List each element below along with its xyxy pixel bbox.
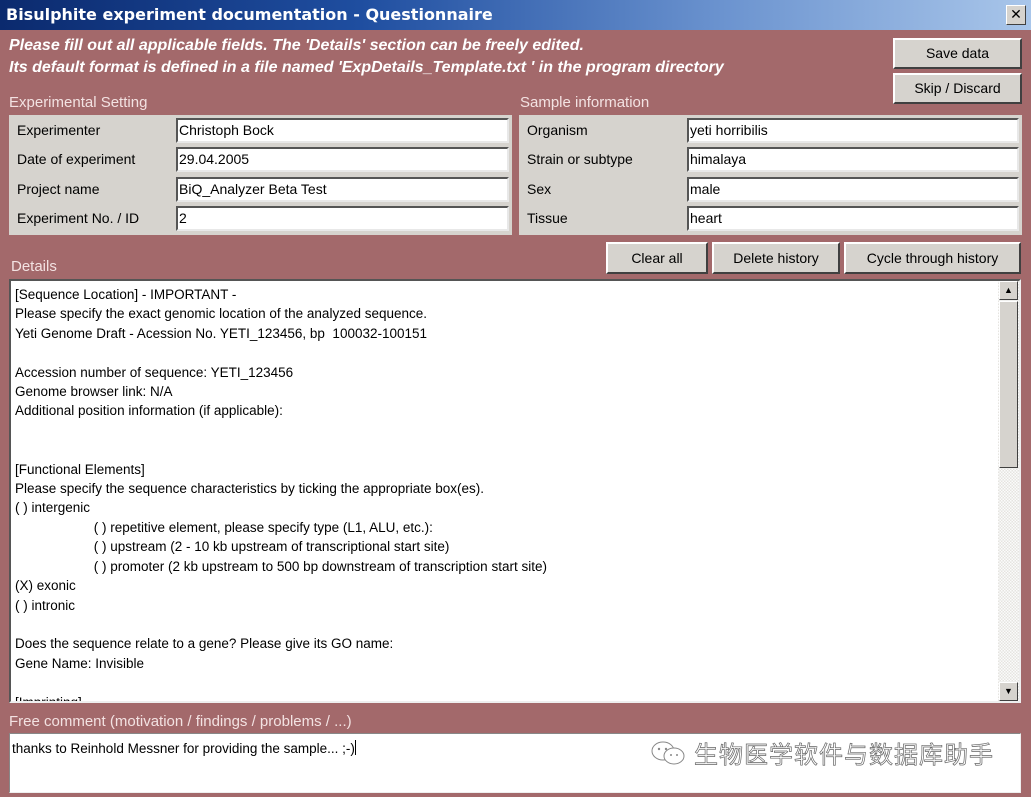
watermark-text: 生物医学软件与数据库助手 <box>694 741 994 770</box>
scroll-up-icon[interactable]: ▲ <box>999 281 1018 300</box>
date-row: Date of experiment 29.04.2005 <box>9 147 512 173</box>
project-row: Project name BiQ_Analyzer Beta Test <box>9 177 512 203</box>
experimenter-label: Experimenter <box>17 122 101 138</box>
save-data-button[interactable]: Save data <box>893 38 1022 69</box>
scroll-thumb[interactable] <box>999 301 1018 468</box>
organism-label: Organism <box>527 122 588 138</box>
free-comment-title: Free comment (motivation / findings / pr… <box>9 713 352 730</box>
details-scrollbar[interactable]: ▲ ▼ <box>998 281 1019 701</box>
sample-information-panel: Organism yeti horribilis Strain or subty… <box>519 115 1022 235</box>
clear-all-button[interactable]: Clear all <box>606 242 708 274</box>
skip-discard-button[interactable]: Skip / Discard <box>893 73 1022 104</box>
date-label: Date of experiment <box>17 151 136 167</box>
details-title: Details <box>11 258 57 275</box>
experiment-id-label: Experiment No. / ID <box>17 210 140 226</box>
title-bar: Bisulphite experiment documentation - Qu… <box>0 0 1031 30</box>
project-name-label: Project name <box>17 181 100 197</box>
sex-label: Sex <box>527 181 552 197</box>
experimenter-row: Experimenter Christoph Bock <box>9 118 512 144</box>
date-field[interactable]: 29.04.2005 <box>176 147 509 172</box>
organism-row: Organism yeti horribilis <box>519 118 1022 144</box>
watermark: 生物医学软件与数据库助手 <box>650 735 994 770</box>
close-icon[interactable]: ✕ <box>1006 5 1026 25</box>
scroll-down-icon[interactable]: ▼ <box>999 682 1018 701</box>
sex-field[interactable]: male <box>687 177 1019 202</box>
sex-row: Sex male <box>519 177 1022 203</box>
wechat-icon <box>651 741 685 764</box>
tissue-field[interactable]: heart <box>687 206 1019 231</box>
free-comment-text[interactable]: thanks to Reinhold Messner for providing… <box>12 741 355 756</box>
experiment-id-row: Experiment No. / ID 2 <box>9 206 512 232</box>
tissue-label: Tissue <box>527 210 568 226</box>
cycle-history-button[interactable]: Cycle through history <box>844 242 1021 274</box>
project-name-field[interactable]: BiQ_Analyzer Beta Test <box>176 177 509 202</box>
instructions: Please fill out all applicable fields. T… <box>9 35 724 79</box>
instructions-line-2: Its default format is defined in a file … <box>9 59 724 76</box>
experimenter-field[interactable]: Christoph Bock <box>176 118 509 143</box>
tissue-row: Tissue heart <box>519 206 1022 232</box>
experiment-id-field[interactable]: 2 <box>176 206 509 231</box>
strain-field[interactable]: himalaya <box>687 147 1019 172</box>
strain-row: Strain or subtype himalaya <box>519 147 1022 173</box>
strain-label: Strain or subtype <box>527 151 633 167</box>
delete-history-button[interactable]: Delete history <box>712 242 840 274</box>
experimental-setting-panel: Experimenter Christoph Bock Date of expe… <box>9 115 512 235</box>
sample-information-title: Sample information <box>520 94 650 111</box>
text-caret <box>354 740 356 755</box>
details-textarea[interactable]: [Sequence Location] - IMPORTANT - Please… <box>9 279 1021 703</box>
details-text[interactable]: [Sequence Location] - IMPORTANT - Please… <box>15 285 547 701</box>
experimental-setting-title: Experimental Setting <box>9 94 148 111</box>
instructions-line-1: Please fill out all applicable fields. T… <box>9 37 584 54</box>
window-title: Bisulphite experiment documentation - Qu… <box>6 5 493 24</box>
organism-field[interactable]: yeti horribilis <box>687 118 1019 143</box>
